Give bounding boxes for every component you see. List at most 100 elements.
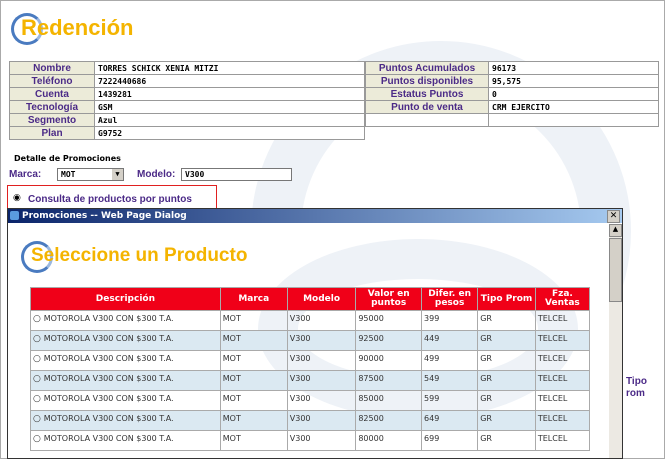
- table-cell: TELCEL: [534, 430, 591, 451]
- consulta-radio[interactable]: ◉: [13, 193, 21, 203]
- promociones-dialog: Promociones -- Web Page Dialog ✕ Selecci…: [7, 208, 623, 459]
- table-cell: TELCEL: [534, 350, 591, 371]
- cell-text: MOTOROLA V300 CON $300 T.A.: [43, 414, 174, 423]
- info-value: 0: [488, 87, 659, 101]
- column-header: Modelo: [286, 287, 357, 311]
- column-header: Marca: [219, 287, 288, 311]
- info-label: Teléfono: [9, 74, 95, 88]
- cell-text: GR: [480, 394, 492, 403]
- cell-text: TELCEL: [537, 414, 568, 423]
- column-header: Tipo Prom: [477, 287, 536, 311]
- table-cell: ○ MOTOROLA V300 CON $300 T.A.: [30, 370, 221, 391]
- row-radio[interactable]: ○: [33, 394, 44, 404]
- table-row[interactable]: ○ MOTOROLA V300 CON $300 T.A. MOT V300 8500…: [30, 390, 591, 411]
- dialog-titlebar[interactable]: Promociones -- Web Page Dialog ✕: [8, 209, 622, 223]
- table-cell: MOT: [219, 350, 288, 371]
- table-row[interactable]: ○ MOTOROLA V300 CON $300 T.A. MOT V300 9250…: [30, 330, 591, 351]
- cell-text: TELCEL: [537, 334, 568, 343]
- row-radio[interactable]: ○: [33, 354, 44, 364]
- cell-text: MOT: [222, 314, 241, 323]
- row-radio[interactable]: ○: [33, 374, 44, 384]
- cell-text: 92500: [358, 334, 384, 343]
- info-row: [365, 113, 659, 127]
- row-radio[interactable]: ○: [33, 314, 44, 324]
- chevron-down-icon[interactable]: ▼: [112, 169, 123, 180]
- cell-text: MOTOROLA V300 CON $300 T.A.: [43, 354, 174, 363]
- info-empty: [365, 113, 489, 127]
- cell-text: TELCEL: [537, 434, 568, 443]
- cell-text: 95000: [358, 314, 384, 323]
- cell-text: TELCEL: [537, 394, 568, 403]
- info-row: Plan G9752: [9, 126, 365, 140]
- scroll-thumb[interactable]: [609, 238, 622, 302]
- table-cell: V300: [286, 430, 357, 451]
- table-cell: ○ MOTOROLA V300 CON $300 T.A.: [30, 330, 221, 351]
- row-radio[interactable]: ○: [33, 434, 44, 444]
- table-row[interactable]: ○ MOTOROLA V300 CON $300 T.A. MOT V300 8000…: [30, 430, 591, 451]
- table-cell: V300: [286, 370, 357, 391]
- info-row: Segmento Azul: [9, 113, 365, 127]
- cell-text: V300: [289, 374, 311, 383]
- table-cell: MOT: [219, 390, 288, 411]
- row-radio[interactable]: ○: [33, 334, 44, 344]
- table-cell: 85000: [355, 390, 423, 411]
- row-radio[interactable]: ○: [33, 414, 44, 424]
- cell-text: MOT: [222, 394, 241, 403]
- cell-text: MOTOROLA V300 CON $300 T.A.: [43, 434, 174, 443]
- table-cell: 90000: [355, 350, 423, 371]
- table-cell: TELCEL: [534, 390, 591, 411]
- info-row: [366, 127, 659, 140]
- scrollbar[interactable]: ▲: [609, 224, 622, 458]
- table-row[interactable]: ○ MOTOROLA V300 CON $300 T.A. MOT V300 9000…: [30, 350, 591, 371]
- page-title: Redención: [21, 15, 134, 40]
- table-row[interactable]: ○ MOTOROLA V300 CON $300 T.A. MOT V300 8250…: [30, 410, 591, 431]
- info-value: CRM EJERCITO: [488, 100, 659, 114]
- cell-text: 449: [424, 334, 440, 343]
- info-row: Puntos disponibles 95,575: [365, 74, 659, 88]
- cell-text: 80000: [358, 434, 384, 443]
- cell-text: MOTOROLA V300 CON $300 T.A.: [43, 334, 174, 343]
- info-row: Teléfono 7222440686: [9, 74, 365, 88]
- marca-select[interactable]: MOT ▼: [57, 168, 124, 181]
- table-cell: V300: [286, 330, 357, 351]
- info-row: Tecnología GSM: [9, 100, 365, 114]
- table-row[interactable]: ○ MOTOROLA V300 CON $300 T.A. MOT V300 8750…: [30, 370, 591, 391]
- info-value: 7222440686: [94, 74, 365, 88]
- table-cell: V300: [286, 350, 357, 371]
- info-value: 95,575: [488, 74, 659, 88]
- info-label: Segmento: [9, 113, 95, 127]
- table-cell: GR: [477, 430, 536, 451]
- cell-text: 85000: [358, 394, 384, 403]
- table-row[interactable]: ○ MOTOROLA V300 CON $300 T.A. MOT V300 9500…: [30, 310, 591, 331]
- cell-text: V300: [289, 334, 311, 343]
- table-cell: 399: [421, 310, 479, 331]
- table-cell: ○ MOTOROLA V300 CON $300 T.A.: [30, 310, 221, 331]
- close-button[interactable]: ✕: [607, 210, 620, 223]
- info-value: GSM: [94, 100, 365, 114]
- cell-text: V300: [289, 354, 311, 363]
- info-value: 1439281: [94, 87, 365, 101]
- marca-label: Marca:: [9, 169, 42, 180]
- table-cell: MOT: [219, 370, 288, 391]
- cell-text: GR: [480, 354, 492, 363]
- info-value: G9752: [94, 126, 365, 140]
- table-cell: 80000: [355, 430, 423, 451]
- modelo-label: Modelo:: [137, 169, 176, 180]
- column-header: Descripción: [30, 287, 221, 311]
- info-value: 96173: [488, 61, 659, 75]
- cell-text: TELCEL: [537, 314, 568, 323]
- table-cell: GR: [477, 410, 536, 431]
- modelo-input[interactable]: V300: [181, 168, 292, 181]
- table-cell: MOT: [219, 310, 288, 331]
- table-cell: 95000: [355, 310, 423, 331]
- table-cell: 599: [421, 390, 479, 411]
- table-cell: V300: [286, 390, 357, 411]
- cell-text: MOTOROLA V300 CON $300 T.A.: [43, 394, 174, 403]
- detalle-label: Detalle de Promociones: [14, 154, 121, 163]
- table-cell: 449: [421, 330, 479, 351]
- info-row: Cuenta 1439281: [9, 87, 365, 101]
- table-cell: MOT: [219, 330, 288, 351]
- scroll-up-button[interactable]: ▲: [609, 224, 622, 237]
- cell-text: 90000: [358, 354, 384, 363]
- info-label: Estatus Puntos: [365, 87, 489, 101]
